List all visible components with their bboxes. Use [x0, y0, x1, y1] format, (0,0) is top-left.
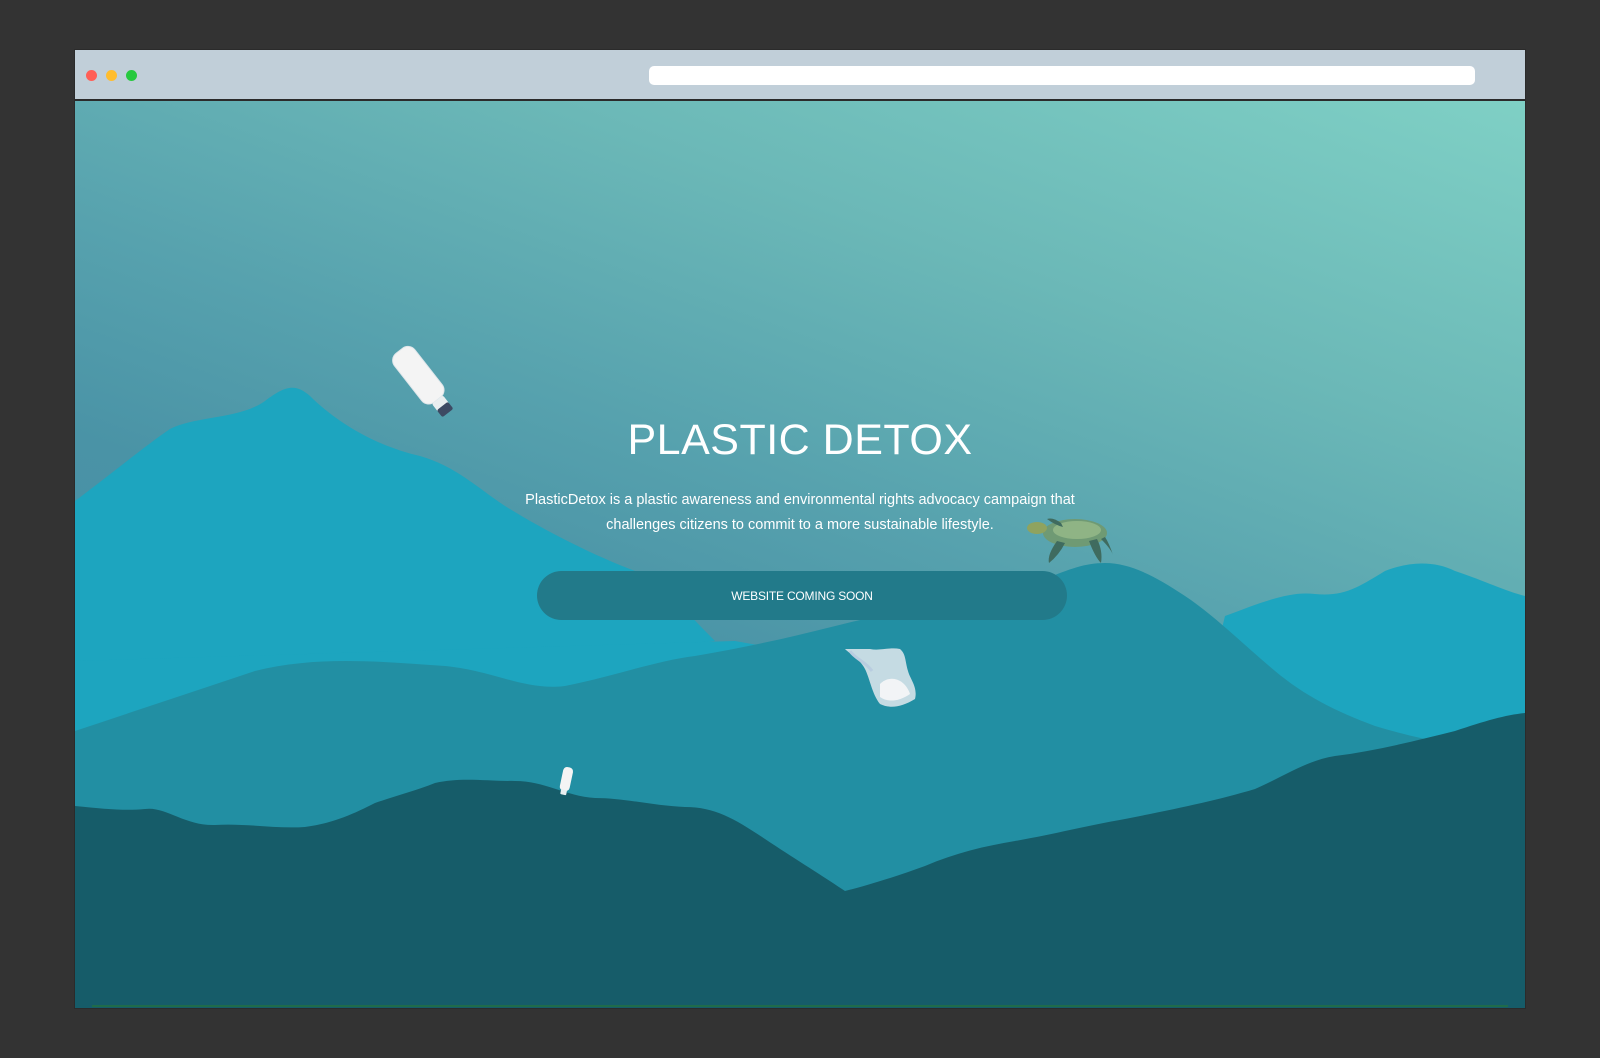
address-bar[interactable] [649, 66, 1475, 85]
maximize-window-icon[interactable] [126, 70, 137, 81]
bottom-border-line [92, 1005, 1508, 1007]
coming-soon-button[interactable]: WEBSITE COMING SOON [537, 571, 1067, 620]
close-window-icon[interactable] [86, 70, 97, 81]
page-viewport: PLASTIC DETOX PlasticDetox is a plastic … [75, 101, 1525, 1008]
hero-title: PLASTIC DETOX [627, 416, 973, 464]
ocean-scene [75, 345, 1525, 1008]
hero-description: PlasticDetox is a plastic awareness and … [525, 492, 1075, 533]
minimize-window-icon[interactable] [106, 70, 117, 81]
browser-titlebar [75, 50, 1525, 101]
browser-window: PLASTIC DETOX PlasticDetox is a plastic … [75, 50, 1525, 1008]
plastic-bottle-icon [392, 345, 453, 417]
